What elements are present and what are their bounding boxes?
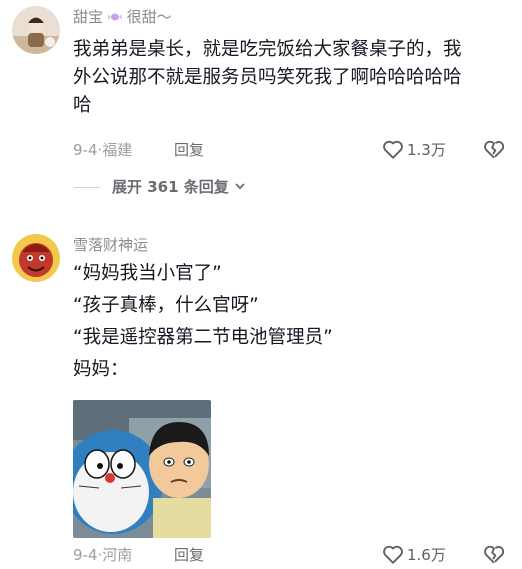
comment-text: 我弟弟是桌长，就是吃完饭给大家餐桌子的，我 外公说那不就是服务员吗笑死我了啊哈哈…	[73, 36, 513, 120]
expand-replies-label[interactable]: 展开 361 条回复	[112, 178, 229, 196]
expand-replies-button[interactable]: 展开 361 条回复	[112, 176, 246, 198]
comment-date: 9-4	[73, 141, 98, 159]
comment-location: 河南	[102, 546, 133, 564]
comment-line: “我是遥控器第二节电池管理员”	[73, 327, 333, 348]
avatar[interactable]	[12, 6, 60, 54]
expand-divider	[74, 187, 100, 188]
comment-text: “妈妈我当小官了” “孩子真棒，什么官呀” “我是遥控器第二节电池管理员” 妈妈…	[73, 260, 513, 384]
username-suffix[interactable]: 很甜～	[127, 8, 172, 26]
candy-icon	[107, 8, 122, 21]
comment-line: “孩子真棒，什么官呀”	[73, 295, 259, 316]
comment-line: 外公说那不就是服务员吗笑死我了啊哈哈哈哈哈	[73, 67, 462, 88]
comment-location: 福建	[102, 141, 133, 159]
chevron-down-icon[interactable]	[234, 176, 246, 190]
dislike-broken-heart-icon[interactable]	[483, 544, 505, 569]
reply-button[interactable]: 回复	[174, 139, 204, 161]
like-count: 1.3万	[407, 141, 446, 159]
comment-line: 我弟弟是桌长，就是吃完饭给大家餐桌子的，我	[73, 39, 462, 60]
dislike-broken-heart-icon[interactable]	[483, 139, 505, 164]
comment-meta: 9-4·河南	[73, 546, 133, 564]
comment-meta: 9-4·福建	[73, 141, 133, 159]
username-text[interactable]: 甜宝	[73, 8, 103, 26]
comment-line: 哈	[73, 95, 92, 116]
comment-date: 9-4	[73, 546, 98, 564]
comment-line: 妈妈：	[73, 359, 129, 380]
comment-line: “妈妈我当小官了”	[73, 263, 222, 284]
avatar[interactable]	[12, 234, 60, 282]
comment-username[interactable]: 甜宝 很甜～	[73, 7, 172, 27]
reply-button[interactable]: 回复	[174, 544, 204, 566]
comment-username[interactable]: 雪落财神运	[73, 235, 148, 255]
meme-sticker-image[interactable]	[73, 400, 211, 538]
like-heart-icon[interactable]	[382, 139, 404, 164]
like-heart-icon[interactable]	[382, 544, 404, 569]
like-count: 1.6万	[407, 546, 446, 564]
